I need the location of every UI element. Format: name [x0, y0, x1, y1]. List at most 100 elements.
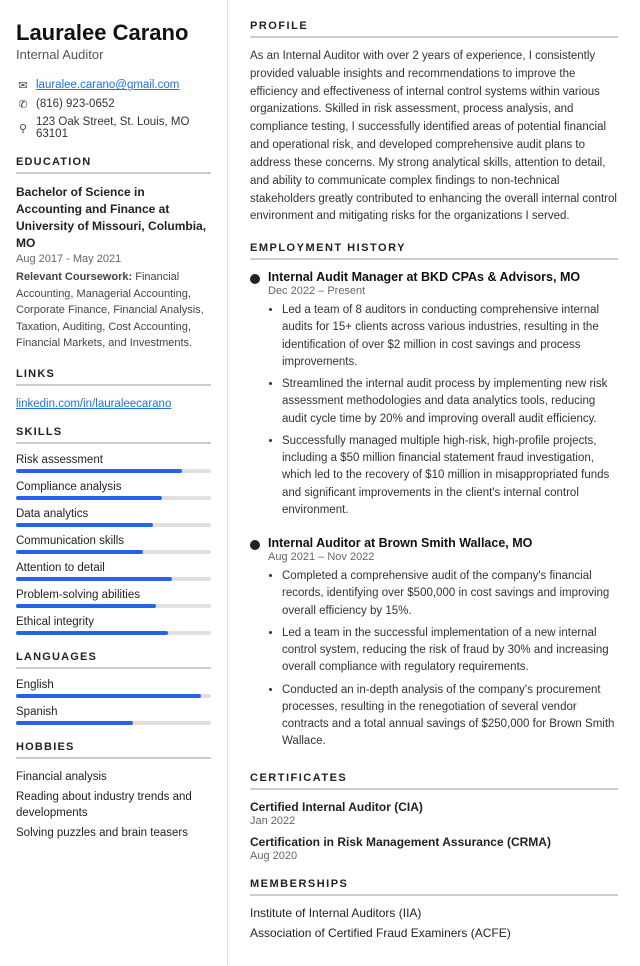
- education-dates: Aug 2017 - May 2021: [16, 253, 211, 265]
- skill-bar-bg: [16, 469, 211, 473]
- skill-item: Risk assessment: [16, 454, 211, 473]
- skill-bar-bg: [16, 631, 211, 635]
- skill-label: Ethical integrity: [16, 616, 211, 628]
- skill-item: Communication skills: [16, 535, 211, 554]
- hobby-item: Financial analysis: [16, 769, 211, 785]
- certificate-name: Certified Internal Auditor (CIA): [250, 800, 618, 814]
- hobby-item: Solving puzzles and brain teasers: [16, 825, 211, 841]
- skill-label: Risk assessment: [16, 454, 211, 466]
- membership-item: Association of Certified Fraud Examiners…: [250, 926, 618, 940]
- links-section-title: LINKS: [16, 368, 211, 386]
- skill-label: Compliance analysis: [16, 481, 211, 493]
- phone-icon: ✆: [16, 97, 30, 111]
- memberships-section-title: MEMBERSHIPS: [250, 878, 618, 896]
- language-bar-bg: [16, 694, 211, 698]
- candidate-name: Lauralee Carano: [16, 20, 211, 45]
- job-entry: Internal Auditor at Brown Smith Wallace,…: [250, 536, 618, 756]
- skill-item: Data analytics: [16, 508, 211, 527]
- skill-bar-fill: [16, 523, 153, 527]
- language-bar-fill: [16, 694, 201, 698]
- education-coursework: Relevant Coursework: Financial Accountin…: [16, 269, 211, 352]
- certificates-section-title: CERTIFICATES: [250, 772, 618, 790]
- address-text: 123 Oak Street, St. Louis, MO 63101: [36, 116, 211, 140]
- certificate-item: Certified Internal Auditor (CIA) Jan 202…: [250, 800, 618, 827]
- skill-bar-bg: [16, 577, 211, 581]
- languages-section-title: LANGUAGES: [16, 651, 211, 669]
- phone-number: (816) 923-0652: [36, 98, 115, 110]
- main-content: PROFILE As an Internal Auditor with over…: [228, 0, 640, 966]
- email-icon: ✉: [16, 78, 30, 92]
- hobbies-section-title: HOBBIES: [16, 741, 211, 759]
- linkedin-link-item: linkedin.com/in/lauraleecarano: [16, 396, 211, 410]
- skill-bar-fill: [16, 577, 172, 581]
- skills-list: Risk assessment Compliance analysis Data…: [16, 454, 211, 635]
- job-dot: [250, 273, 260, 524]
- skill-label: Problem-solving abilities: [16, 589, 211, 601]
- language-item: Spanish: [16, 706, 211, 725]
- education-degree: Bachelor of Science in Accounting and Fi…: [16, 184, 211, 251]
- address-contact: ⚲ 123 Oak Street, St. Louis, MO 63101: [16, 116, 211, 140]
- certificate-name: Certification in Risk Management Assuran…: [250, 835, 618, 849]
- job-bullets: Completed a comprehensive audit of the c…: [268, 568, 618, 751]
- linkedin-link[interactable]: linkedin.com/in/lauraleecarano: [16, 398, 171, 410]
- language-label: English: [16, 679, 211, 691]
- education-section-title: EDUCATION: [16, 156, 211, 174]
- job-content: Internal Audit Manager at BKD CPAs & Adv…: [268, 270, 618, 524]
- certificates-list: Certified Internal Auditor (CIA) Jan 202…: [250, 800, 618, 862]
- certificate-date: Aug 2020: [250, 850, 618, 862]
- employment-list: Internal Audit Manager at BKD CPAs & Adv…: [250, 270, 618, 756]
- skill-label: Attention to detail: [16, 562, 211, 574]
- job-bullet: Successfully managed multiple high-risk,…: [282, 433, 618, 519]
- skills-section-title: SKILLS: [16, 426, 211, 444]
- skill-bar-bg: [16, 550, 211, 554]
- sidebar: Lauralee Carano Internal Auditor ✉ laura…: [0, 0, 228, 966]
- certificate-item: Certification in Risk Management Assuran…: [250, 835, 618, 862]
- memberships-list: Institute of Internal Auditors (IIA) Asso…: [250, 906, 618, 940]
- hobby-item: Reading about industry trends and develo…: [16, 789, 211, 821]
- skill-bar-fill: [16, 496, 162, 500]
- skill-item: Attention to detail: [16, 562, 211, 581]
- candidate-title: Internal Auditor: [16, 47, 211, 62]
- job-bullet: Led a team of 8 auditors in conducting c…: [282, 302, 618, 371]
- profile-text: As an Internal Auditor with over 2 years…: [250, 48, 618, 226]
- skill-item: Compliance analysis: [16, 481, 211, 500]
- certificate-date: Jan 2022: [250, 815, 618, 827]
- skill-label: Communication skills: [16, 535, 211, 547]
- skill-item: Ethical integrity: [16, 616, 211, 635]
- profile-section-title: PROFILE: [250, 20, 618, 38]
- skill-bar-bg: [16, 604, 211, 608]
- job-bullet: Completed a comprehensive audit of the c…: [282, 568, 618, 620]
- skill-bar-bg: [16, 523, 211, 527]
- skill-label: Data analytics: [16, 508, 211, 520]
- job-entry: Internal Audit Manager at BKD CPAs & Adv…: [250, 270, 618, 524]
- job-dates: Dec 2022 – Present: [268, 285, 618, 297]
- language-item: English: [16, 679, 211, 698]
- phone-contact: ✆ (816) 923-0652: [16, 97, 211, 111]
- employment-section-title: EMPLOYMENT HISTORY: [250, 242, 618, 260]
- job-bullet: Streamlined the internal audit process b…: [282, 376, 618, 428]
- language-bar-fill: [16, 721, 133, 725]
- job-title: Internal Auditor at Brown Smith Wallace,…: [268, 536, 618, 550]
- skill-item: Problem-solving abilities: [16, 589, 211, 608]
- membership-item: Institute of Internal Auditors (IIA): [250, 906, 618, 920]
- email-contact: ✉ lauralee.carano@gmail.com: [16, 78, 211, 92]
- job-dates: Aug 2021 – Nov 2022: [268, 551, 618, 563]
- job-title: Internal Audit Manager at BKD CPAs & Adv…: [268, 270, 618, 284]
- hobbies-list: Financial analysis Reading about industry…: [16, 769, 211, 841]
- job-dot: [250, 539, 260, 756]
- skill-bar-fill: [16, 550, 143, 554]
- skill-bar-fill: [16, 631, 168, 635]
- skill-bar-bg: [16, 496, 211, 500]
- job-bullets: Led a team of 8 auditors in conducting c…: [268, 302, 618, 519]
- job-bullet: Conducted an in-depth analysis of the co…: [282, 682, 618, 751]
- skill-bar-fill: [16, 469, 182, 473]
- job-bullet: Led a team in the successful implementat…: [282, 625, 618, 677]
- location-icon: ⚲: [16, 121, 30, 135]
- coursework-label: Relevant Coursework:: [16, 271, 132, 283]
- email-link[interactable]: lauralee.carano@gmail.com: [36, 79, 179, 91]
- language-bar-bg: [16, 721, 211, 725]
- language-label: Spanish: [16, 706, 211, 718]
- skill-bar-fill: [16, 604, 156, 608]
- languages-list: English Spanish: [16, 679, 211, 725]
- job-content: Internal Auditor at Brown Smith Wallace,…: [268, 536, 618, 756]
